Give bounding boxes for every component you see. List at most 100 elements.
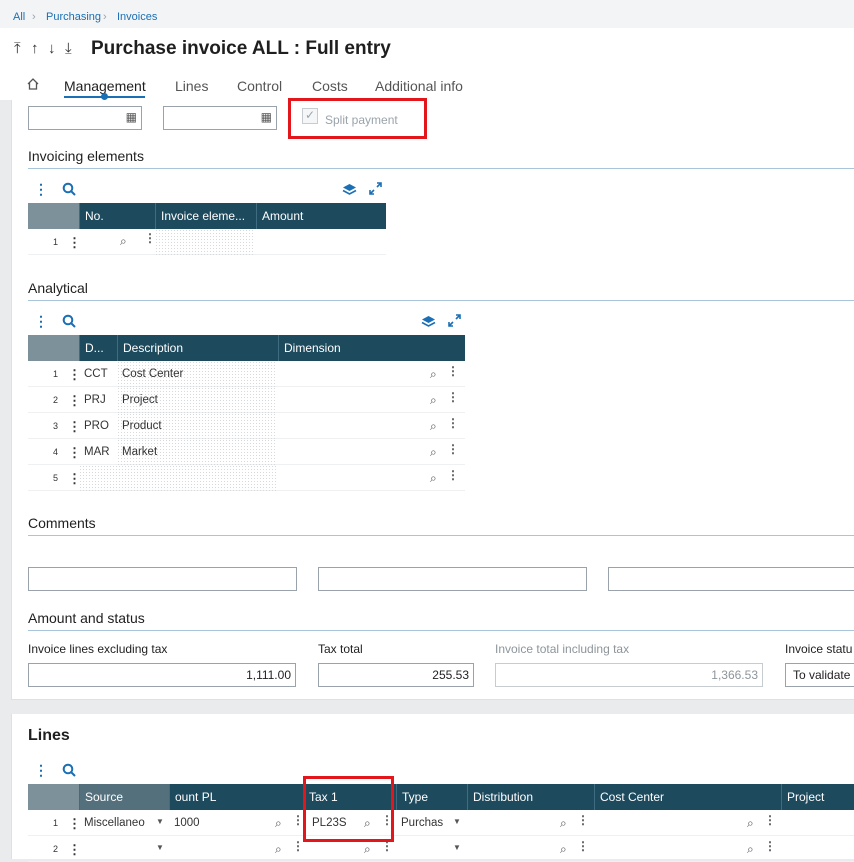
search-icon[interactable]: ⌕ <box>275 816 282 831</box>
calendar-icon[interactable]: ▦ <box>261 110 272 124</box>
grid-menu-icon[interactable]: ⋮ <box>34 181 48 198</box>
expand-icon[interactable] <box>448 314 461 327</box>
lines-header: Source ount PL Tax 1 Type Distribution C… <box>28 784 854 810</box>
section-title-amount-status: Amount and status <box>28 610 145 626</box>
col-header-account[interactable]: ount PL <box>169 784 303 810</box>
more-icon[interactable]: ⋮ <box>764 839 776 853</box>
search-icon[interactable] <box>62 314 76 328</box>
total-incl-tax-label: Invoice total including tax <box>495 642 630 656</box>
col-header-dimension-type[interactable]: D... <box>79 335 117 361</box>
tab-lines[interactable]: Lines <box>175 78 208 94</box>
description-cell: Cost Center <box>117 361 277 387</box>
row-number: 4 <box>52 447 58 457</box>
dimension-type-cell[interactable]: PRJ <box>79 387 117 413</box>
col-header-invoice-element[interactable]: Invoice eleme... <box>155 203 256 229</box>
layers-icon[interactable] <box>342 183 357 197</box>
previous-record-icon[interactable]: ↑ <box>31 40 39 57</box>
expand-icon[interactable] <box>369 182 382 195</box>
dropdown-arrow-icon[interactable]: ▼ <box>453 817 461 826</box>
search-icon[interactable]: ⌕ <box>560 816 567 831</box>
home-icon[interactable] <box>26 77 40 91</box>
tab-additional-info[interactable]: Additional info <box>375 78 463 94</box>
search-icon[interactable]: ⌕ <box>560 842 567 857</box>
table-row[interactable]: 2 ⋮ ▼ ⌕ ⋮ ⌕ ⋮ ▼ ⌕ ⋮ ⌕ ⋮ <box>28 836 854 862</box>
col-header-dimension[interactable]: Dimension <box>278 335 465 361</box>
col-header-amount[interactable]: Amount <box>256 203 386 229</box>
more-icon[interactable]: ⋮ <box>447 468 459 482</box>
search-icon[interactable]: ⌕ <box>364 842 371 857</box>
last-record-icon[interactable]: ⤓ <box>65 40 72 57</box>
more-icon[interactable]: ⋮ <box>577 839 589 853</box>
breadcrumb-item-invoices[interactable]: Invoices <box>117 11 157 23</box>
col-header-project[interactable]: Project <box>781 784 854 810</box>
more-icon[interactable]: ⋮ <box>577 813 589 827</box>
date-field-1[interactable]: ▦ <box>28 106 142 130</box>
divider <box>28 168 854 169</box>
tab-management[interactable]: Management <box>64 78 146 94</box>
tab-costs[interactable]: Costs <box>312 78 348 94</box>
col-header-description[interactable]: Description <box>117 335 278 361</box>
search-icon[interactable]: ⌕ <box>747 816 754 831</box>
search-icon[interactable]: ⌕ <box>430 393 437 408</box>
search-icon[interactable] <box>62 763 76 777</box>
divider <box>28 300 854 301</box>
search-icon[interactable] <box>62 182 76 196</box>
more-icon[interactable]: ⋮ <box>447 416 459 430</box>
table-row[interactable]: 2 ⋮ PRJ Project ⌕ ⋮ <box>28 387 465 413</box>
dropdown-arrow-icon[interactable]: ▼ <box>156 843 164 852</box>
more-icon[interactable]: ⋮ <box>447 390 459 404</box>
col-header-distribution[interactable]: Distribution <box>467 784 594 810</box>
col-header-source[interactable]: Source <box>79 784 169 810</box>
dimension-type-cell[interactable] <box>79 465 277 491</box>
dropdown-arrow-icon[interactable]: ▼ <box>453 843 461 852</box>
lines-excl-tax-field[interactable]: 1,111.00 <box>28 663 296 687</box>
row-number: 2 <box>52 395 58 405</box>
dimension-type-cell[interactable]: PRO <box>79 413 117 439</box>
comment-field-1[interactable] <box>28 567 297 591</box>
more-icon[interactable]: ⋮ <box>447 442 459 456</box>
account-cell[interactable]: 1000 <box>169 810 259 836</box>
tab-control[interactable]: Control <box>237 78 282 94</box>
search-icon[interactable]: ⌕ <box>430 445 437 460</box>
breadcrumb-item-all[interactable]: All <box>13 11 25 23</box>
calendar-icon[interactable]: ▦ <box>126 110 137 124</box>
table-row[interactable]: 3 ⋮ PRO Product ⌕ ⋮ <box>28 413 465 439</box>
search-icon[interactable]: ⌕ <box>747 842 754 857</box>
more-icon[interactable]: ⋮ <box>447 364 459 378</box>
search-icon[interactable]: ⌕ <box>430 367 437 382</box>
grid-menu-icon[interactable]: ⋮ <box>34 762 48 779</box>
row-menu-icon[interactable]: ⋮ <box>68 235 81 251</box>
description-cell: Market <box>117 439 277 465</box>
table-row[interactable]: 5 ⋮ ⌕ ⋮ <box>28 465 465 491</box>
search-icon[interactable]: ⌕ <box>120 234 127 249</box>
row-menu-icon[interactable]: ⋮ <box>68 842 81 858</box>
tax-total-field[interactable]: 255.53 <box>318 663 474 687</box>
dimension-type-cell[interactable]: CCT <box>79 361 117 387</box>
more-icon[interactable]: ⋮ <box>764 813 776 827</box>
invoice-element-cell[interactable] <box>155 229 255 255</box>
col-header-no[interactable]: No. <box>79 203 155 229</box>
comment-field-2[interactable] <box>318 567 587 591</box>
breadcrumb-item-purchasing[interactable]: Purchasing <box>46 11 101 23</box>
layers-icon[interactable] <box>421 315 436 329</box>
first-record-icon[interactable]: ⤒ <box>14 40 21 57</box>
description-cell: Project <box>117 387 277 413</box>
table-row[interactable]: 4 ⋮ MAR Market ⌕ ⋮ <box>28 439 465 465</box>
search-icon[interactable]: ⌕ <box>430 419 437 434</box>
table-row[interactable]: 1 ⋮ Miscellaneo ▼ 1000 ⌕ ⋮ PL23S ⌕ ⋮ Pur… <box>28 810 854 836</box>
col-header-cost-center[interactable]: Cost Center <box>594 784 781 810</box>
col-header-type[interactable]: Type <box>396 784 467 810</box>
invoice-status-field[interactable]: To validate <box>785 663 854 687</box>
search-icon[interactable]: ⌕ <box>275 842 282 857</box>
grid-menu-icon[interactable]: ⋮ <box>34 313 48 330</box>
date-field-2[interactable]: ▦ <box>163 106 277 130</box>
table-row[interactable]: 1 ⋮ ⌕ ⋮ <box>28 229 386 255</box>
type-cell[interactable]: Purchas <box>396 810 456 836</box>
dimension-type-cell[interactable]: MAR <box>79 439 117 465</box>
dropdown-arrow-icon[interactable]: ▼ <box>156 817 164 826</box>
comment-field-3[interactable] <box>608 567 854 591</box>
next-record-icon[interactable]: ↓ <box>48 40 56 57</box>
search-icon[interactable]: ⌕ <box>430 471 437 486</box>
table-row[interactable]: 1 ⋮ CCT Cost Center ⌕ ⋮ <box>28 361 465 387</box>
more-icon[interactable]: ⋮ <box>144 231 156 245</box>
